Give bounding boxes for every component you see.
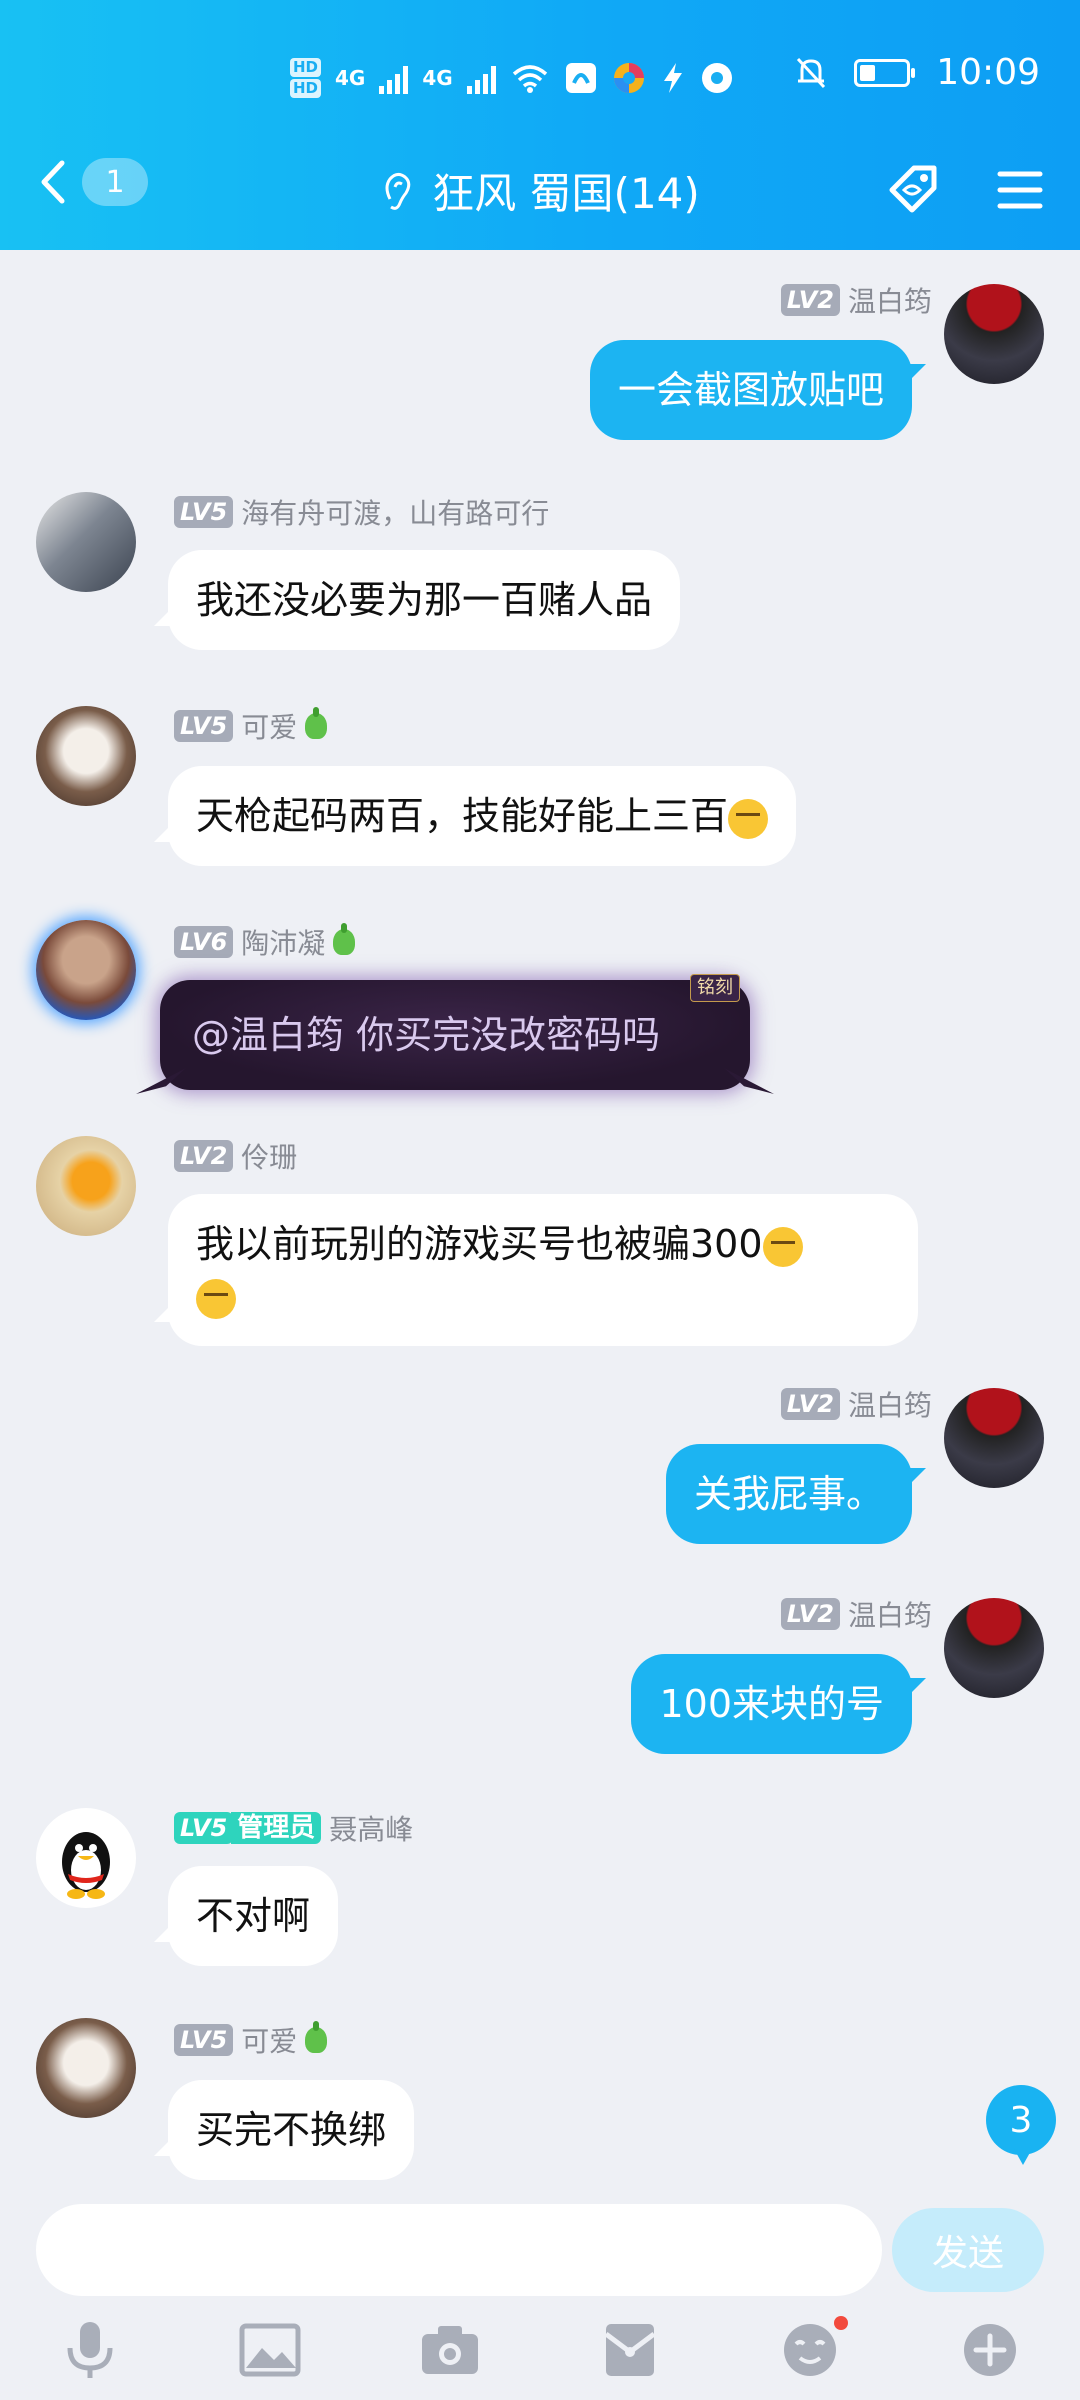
level-badge: LV2 [780, 1388, 840, 1420]
emoji-icon [784, 2324, 836, 2376]
sender-name[interactable]: 温白筠 [848, 280, 932, 320]
sender-name[interactable]: 温白筠 [848, 1384, 932, 1424]
new-messages-badge[interactable]: 3 [986, 2085, 1056, 2155]
mute-bell-icon [797, 57, 826, 88]
image-icon [239, 2323, 301, 2377]
level-badge: LV5 [174, 1812, 234, 1844]
ear-icon [385, 172, 411, 210]
group-name: 狂风 蜀国(14) [432, 169, 700, 218]
app-swirl-icon [701, 63, 732, 93]
send-button[interactable]: 发送 [892, 2208, 1044, 2292]
avatar[interactable] [36, 706, 136, 806]
leaf-badge-icon [305, 707, 328, 739]
net2-label: 4G [422, 66, 453, 90]
sender-meta: LV2 伶珊 [174, 1136, 297, 1176]
input-toolbar [0, 2300, 1080, 2400]
sender-meta: LV2 温白筠 [780, 1594, 932, 1634]
sender-name[interactable]: 伶珊 [241, 1136, 297, 1176]
net1-label: 4G [335, 66, 366, 90]
status-bar-left: HD HD 4G 4G [290, 48, 734, 108]
decorated-message-bubble[interactable]: @温白筠 你买完没改密码吗 铭刻 [160, 974, 750, 1090]
message-bubble[interactable]: 不对啊 [168, 1866, 339, 1966]
sender-meta: LV5 可爱 [174, 2020, 328, 2060]
level-badge: LV6 [174, 926, 234, 958]
sender-meta: LV5 海有舟可渡，山有路可行 [174, 492, 549, 532]
app-notification-icon [565, 63, 596, 93]
sender-name[interactable]: 可爱 [241, 2020, 297, 2060]
status-bar-right: 10:09 [794, 52, 1040, 93]
hd-indicators: HD HD [290, 58, 322, 98]
more-button[interactable] [950, 2310, 1030, 2390]
sender-meta: LV2 温白筠 [780, 280, 932, 320]
leaf-badge-icon [333, 923, 356, 955]
camera-icon [422, 2326, 478, 2374]
level-badge: LV2 [780, 1598, 840, 1630]
leaf-badge-icon [305, 2021, 328, 2053]
bubble-tag: 铭刻 [690, 974, 740, 1002]
avatar[interactable] [944, 1388, 1044, 1488]
avatar[interactable] [36, 492, 136, 592]
emoji-button[interactable] [770, 2310, 850, 2390]
level-badge: LV5 [174, 2024, 234, 2056]
microphone-icon [67, 2322, 113, 2378]
message-bubble[interactable]: 关我屁事。 [665, 1444, 912, 1544]
sender-meta: LV6 陶沛凝 [174, 922, 356, 962]
hd1-label: HD [290, 58, 322, 77]
message-text: 天枪起码两百，技能好能上三百 [196, 794, 729, 838]
message-bubble[interactable]: 我还没必要为那一百赌人品 [168, 550, 681, 650]
battery-fill [860, 64, 876, 81]
header-bar: HD HD 4G 4G 10:09 1 狂风 蜀国(14) [0, 0, 1080, 250]
hd2-label: HD [290, 79, 322, 98]
thinking-emoji-icon [196, 1278, 236, 1319]
sender-name[interactable]: 陶沛凝 [241, 922, 325, 962]
camera-button[interactable] [410, 2310, 490, 2390]
avatar[interactable] [944, 284, 1044, 384]
input-row: 发送 [0, 2190, 1080, 2300]
message-bubble[interactable]: 我以前玩别的游戏买号也被骗300 [168, 1194, 918, 1346]
battery-icon [854, 58, 916, 87]
image-button[interactable] [230, 2310, 310, 2390]
penguin-icon [62, 1832, 110, 1899]
sender-name[interactable]: 温白筠 [848, 1594, 932, 1634]
avatar[interactable] [36, 2018, 136, 2118]
message-text: 我以前玩别的游戏买号也被骗300 [196, 1222, 763, 1266]
notification-dot [834, 2316, 848, 2330]
menu-icon[interactable] [996, 168, 1044, 212]
red-packet-icon [604, 2324, 656, 2376]
sender-meta: LV2 温白筠 [780, 1384, 932, 1424]
colorful-app-icon [613, 63, 644, 93]
level-badge: LV5 [174, 710, 234, 742]
signal1-icon [379, 62, 409, 94]
wifi-icon [512, 65, 547, 93]
header-actions [884, 160, 1044, 220]
message-input[interactable] [36, 2204, 882, 2296]
sender-meta: LV5 可爱 [174, 706, 328, 746]
red-packet-button[interactable] [590, 2310, 670, 2390]
message-bubble[interactable]: 天枪起码两百，技能好能上三百 [168, 766, 797, 866]
message-text: @温白筠 你买完没改密码吗 [192, 1013, 661, 1057]
voice-button[interactable] [50, 2310, 130, 2390]
admin-role-badge: 管理员 [231, 1812, 322, 1844]
avatar[interactable] [36, 1808, 136, 1908]
sender-meta: LV5 管理员 聂高峰 [174, 1808, 413, 1848]
plus-icon [964, 2324, 1016, 2376]
avatar[interactable] [36, 920, 136, 1020]
smirk-emoji-icon [728, 798, 769, 839]
sender-name[interactable]: 聂高峰 [329, 1808, 413, 1848]
avatar[interactable] [36, 1136, 136, 1236]
level-badge: LV5 [174, 496, 234, 528]
group-tag-icon[interactable] [884, 160, 944, 220]
level-badge: LV2 [780, 284, 840, 316]
message-bubble[interactable]: 买完不换绑 [168, 2080, 415, 2180]
sender-name[interactable]: 可爱 [241, 706, 297, 746]
clock: 10:09 [936, 52, 1040, 93]
thinking-emoji-icon [762, 1226, 803, 1267]
avatar[interactable] [944, 1598, 1044, 1698]
message-bubble[interactable]: 一会截图放贴吧 [589, 340, 912, 440]
flash-charge-icon [663, 63, 682, 93]
message-bubble[interactable]: 100来块的号 [631, 1654, 912, 1754]
level-badge: LV2 [174, 1140, 234, 1172]
sender-name[interactable]: 海有舟可渡，山有路可行 [241, 492, 549, 532]
signal2-icon [466, 62, 496, 94]
